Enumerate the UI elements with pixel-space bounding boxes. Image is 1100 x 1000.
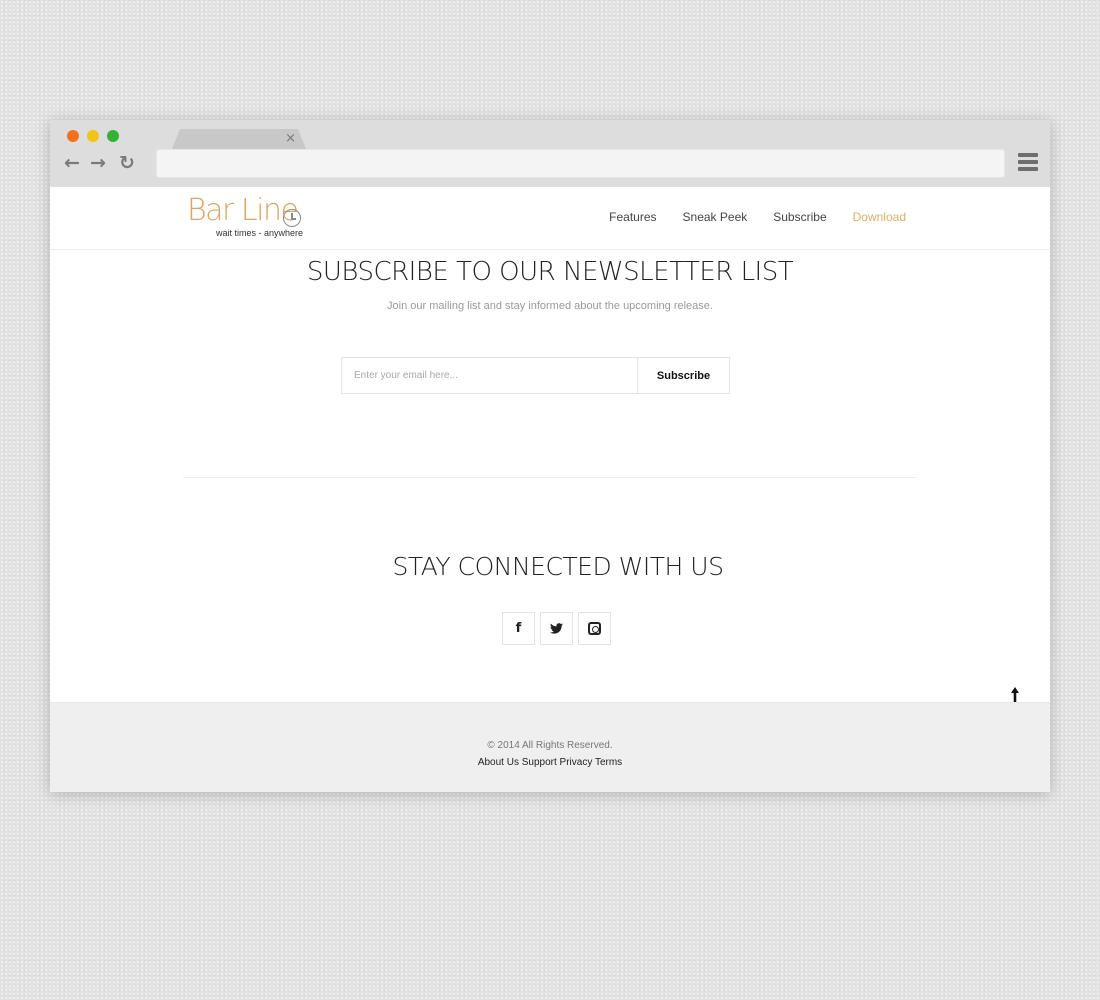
copyright-text: © 2014 All Rights Reserved.	[487, 740, 613, 751]
connected-title: STAY CONNECTED WITH US	[392, 552, 724, 581]
footer-link-privacy[interactable]: Privacy	[560, 757, 593, 768]
forward-arrow-icon[interactable]: →	[88, 153, 108, 173]
footer-link-about-us[interactable]: About Us	[478, 757, 519, 768]
logo[interactable]: Bar Line wait times - anywhere	[187, 193, 307, 238]
site-header: Bar Line wait times - anywhere Features …	[50, 187, 1050, 250]
instagram-glyph-icon	[588, 622, 601, 635]
logo-tagline: wait times - anywhere	[216, 228, 304, 238]
facebook-icon[interactable]: f	[502, 612, 535, 645]
maximize-window-button[interactable]	[107, 130, 119, 142]
clock-icon	[283, 209, 301, 227]
nav-link-features[interactable]: Features	[609, 210, 656, 224]
close-window-button[interactable]	[67, 130, 79, 142]
tab-close-icon[interactable]: ×	[285, 131, 296, 146]
browser-window: × ← → ↻ Bar Line wait times - anywhere F…	[50, 120, 1050, 792]
social-links: f	[502, 612, 611, 645]
logo-title: Bar Line	[187, 193, 299, 228]
reload-icon[interactable]: ↻	[117, 153, 137, 173]
subscribe-button[interactable]: Subscribe	[637, 358, 729, 393]
nav-link-subscribe[interactable]: Subscribe	[773, 210, 826, 224]
newsletter-title: SUBSCRIBE TO OUR NEWSLETTER LIST	[306, 257, 794, 287]
email-input[interactable]	[342, 358, 637, 393]
footer-links: About Us Support Privacy Terms	[50, 757, 1050, 768]
minimize-window-button[interactable]	[87, 130, 99, 142]
browser-tab[interactable]: ×	[172, 129, 306, 149]
nav-link-download[interactable]: Download	[853, 210, 906, 224]
newsletter-subtitle: Join our mailing list and stay informed …	[387, 300, 713, 312]
footer-link-support[interactable]: Support	[522, 757, 557, 768]
hamburger-menu-icon[interactable]	[1018, 153, 1038, 173]
section-divider	[183, 477, 917, 478]
footer-link-terms[interactable]: Terms	[595, 757, 622, 768]
address-bar[interactable]	[156, 149, 1005, 178]
main-nav: Features Sneak Peek Subscribe Download	[583, 210, 906, 224]
instagram-icon[interactable]	[578, 612, 611, 645]
browser-chrome: × ← → ↻	[50, 120, 1050, 187]
nav-link-sneak-peek[interactable]: Sneak Peek	[683, 210, 748, 224]
twitter-icon[interactable]	[540, 612, 573, 645]
footer: © 2014 All Rights Reserved. About Us Sup…	[50, 702, 1050, 792]
back-arrow-icon[interactable]: ←	[62, 153, 82, 173]
subscribe-form: Subscribe	[341, 357, 730, 394]
twitter-bird-icon	[550, 623, 563, 634]
